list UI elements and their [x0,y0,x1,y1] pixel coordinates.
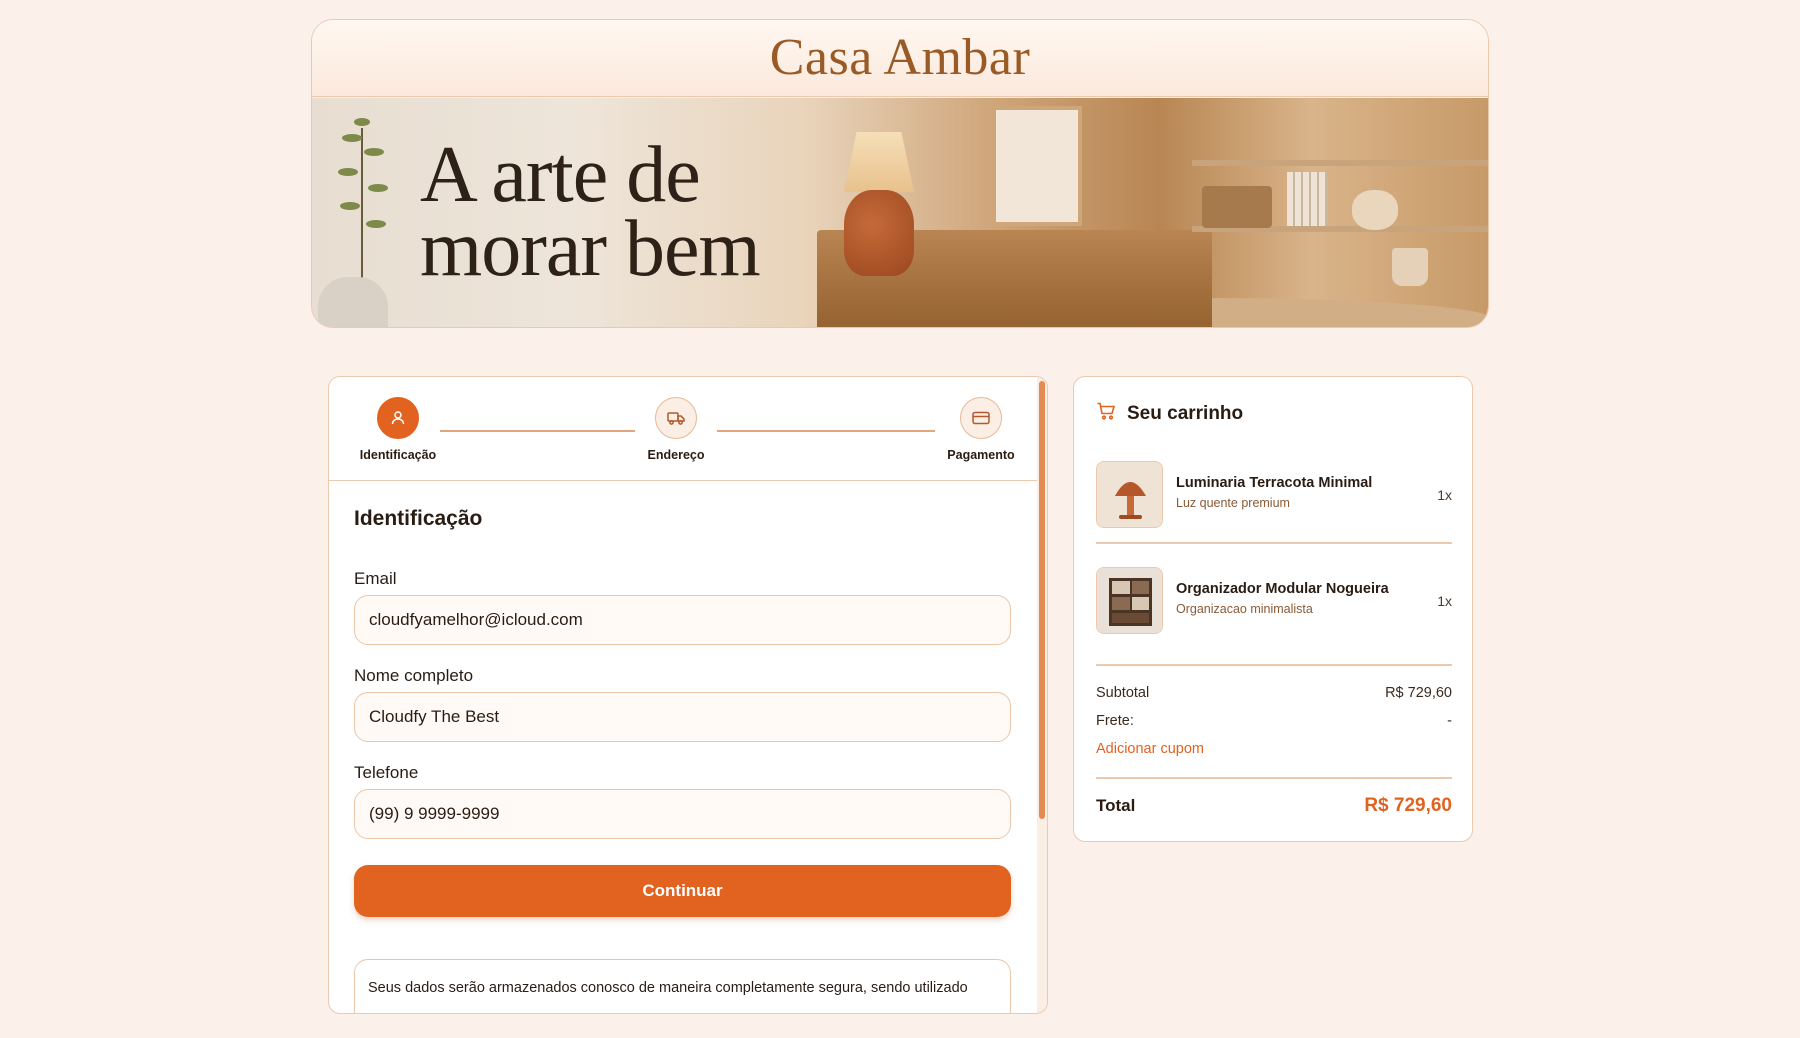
total-value: R$ 729,60 [1364,795,1452,816]
scrollbar-thumb[interactable] [1039,381,1045,819]
subtotal-row: Subtotal R$ 729,60 [1096,685,1452,701]
product-image [1096,461,1163,528]
hero-line-2: morar bem [420,205,761,293]
product-subtitle: Organizacao minimalista [1176,602,1313,616]
shipping-row: Frete: - [1096,713,1452,729]
add-coupon-link[interactable]: Adicionar cupom [1096,741,1204,757]
subtotal-label: Subtotal [1096,685,1150,701]
brand-bar: Casa Ambar [312,20,1488,97]
hero-headline: A arte de morar bem [420,131,761,293]
checkout-stepper: Identificação Endereço Pagamento [329,377,1039,481]
cart-item[interactable]: Luminaria Terracota Minimal Luz quente p… [1096,461,1452,543]
cup-decoration [1392,248,1428,286]
product-quantity: 1x [1437,487,1452,503]
email-field[interactable] [354,595,1011,645]
cart-panel: Seu carrinho Luminaria Terracota Minimal… [1073,376,1473,842]
shopping-cart-icon [1096,401,1116,426]
hero-header: Casa Ambar A arte de morar bem [311,19,1489,328]
books-decoration [1287,172,1327,226]
privacy-notice: Seus dados serão armazenados conosco de … [354,959,1011,1013]
vase-decoration [1352,190,1398,230]
lamp-shade-decoration [844,132,914,192]
hero-line-1: A arte de [420,131,701,219]
step-pagamento[interactable]: Pagamento [931,397,1031,462]
continue-button[interactable]: Continuar [354,865,1011,917]
divider [1096,664,1452,666]
name-label: Nome completo [354,666,474,685]
user-icon [377,397,419,439]
checkout-panel: Identificação Endereço Pagamento Identif… [328,376,1048,1014]
hero-banner: A arte de morar bem [312,98,1488,327]
product-image [1096,567,1163,634]
step-connector [717,430,935,432]
product-quantity: 1x [1437,593,1452,609]
step-connector [440,430,635,432]
shelf-decoration [1192,160,1488,166]
step-identificacao[interactable]: Identificação [348,397,448,462]
cart-header: Seu carrinho [1096,401,1243,426]
lamp-base-decoration [844,190,914,276]
step-endereco[interactable]: Endereço [626,397,726,462]
basket-decoration [1202,186,1272,228]
brand-logo[interactable]: Casa Ambar [770,32,1031,84]
step-label: Identificação [359,448,437,462]
picture-frame-decoration [992,106,1082,226]
cart-title: Seu carrinho [1127,402,1244,424]
total-label: Total [1096,796,1136,815]
full-name-field[interactable] [354,692,1011,742]
step-label: Pagamento [947,448,1015,462]
phone-label: Telefone [354,763,419,782]
shipping-label: Frete: [1096,713,1134,729]
product-subtitle: Luz quente premium [1176,496,1290,510]
divider [1096,542,1452,544]
total-row: Total R$ 729,60 [1096,795,1452,817]
plant-pot-decoration [318,277,388,327]
credit-card-icon [960,397,1002,439]
truck-icon [655,397,697,439]
divider [1096,777,1452,779]
step-label: Endereço [647,448,705,462]
subtotal-value: R$ 729,60 [1385,685,1452,701]
email-label: Email [354,569,397,588]
phone-field[interactable] [354,789,1011,839]
product-name: Organizador Modular Nogueira [1176,581,1389,597]
product-name: Luminaria Terracota Minimal [1176,475,1373,491]
scrollbar[interactable] [1037,377,1047,1013]
cart-item[interactable]: Organizador Modular Nogueira Organizacao… [1096,567,1452,649]
plant-decoration [338,118,388,278]
form-title: Identificação [354,507,483,530]
shipping-value: - [1447,713,1452,729]
